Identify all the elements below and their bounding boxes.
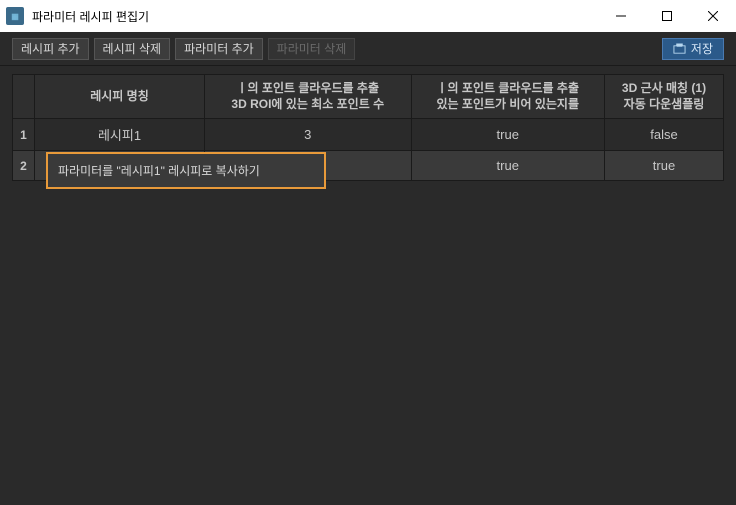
minimize-button[interactable]	[598, 0, 644, 32]
cell-col4[interactable]: true	[604, 151, 723, 181]
window-title: 파라미터 레시피 편집기	[32, 8, 598, 25]
row-number[interactable]: 2	[13, 151, 35, 181]
cell-col4[interactable]: false	[604, 119, 723, 151]
column-header-col2[interactable]: ㅣ의 포인트 클라우드를 추출 3D ROI에 있는 최소 포인트 수	[205, 75, 412, 119]
cell-col3[interactable]: true	[411, 119, 604, 151]
column-header-name[interactable]: 레시피 명칭	[35, 75, 205, 119]
param-delete-button: 파라미터 삭제	[268, 38, 356, 60]
table-corner	[13, 75, 35, 119]
param-add-button[interactable]: 파라미터 추가	[175, 38, 263, 60]
column-header-col4[interactable]: 3D 근사 매칭 (1) 자동 다운샘플링	[604, 75, 723, 119]
column-header-col3[interactable]: ㅣ의 포인트 클라우드를 추출 있는 포인트가 비어 있는지를	[411, 75, 604, 119]
context-menu-copy-item[interactable]: 파라미터를 "레시피1" 레시피로 복사하기	[58, 160, 314, 181]
cell-col3[interactable]: true	[411, 151, 604, 181]
recipe-add-button[interactable]: 레시피 추가	[12, 38, 89, 60]
cell-name[interactable]: 레시피1	[35, 119, 205, 151]
save-label: 저장	[691, 40, 713, 57]
toolbar: 레시피 추가 레시피 삭제 파라미터 추가 파라미터 삭제 저장	[0, 32, 736, 66]
save-icon	[673, 43, 686, 55]
content-area: 레시피 명칭 ㅣ의 포인트 클라우드를 추출 3D ROI에 있는 최소 포인트…	[0, 66, 736, 505]
window-controls	[598, 0, 736, 32]
close-button[interactable]	[690, 0, 736, 32]
maximize-button[interactable]	[644, 0, 690, 32]
cell-col2[interactable]: 3	[205, 119, 412, 151]
app-icon: ▦	[6, 7, 24, 25]
row-number[interactable]: 1	[13, 119, 35, 151]
table-row[interactable]: 1 레시피1 3 true false	[13, 119, 724, 151]
context-menu: 파라미터를 "레시피1" 레시피로 복사하기	[46, 152, 326, 189]
titlebar: ▦ 파라미터 레시피 편집기	[0, 0, 736, 32]
save-button[interactable]: 저장	[662, 38, 724, 60]
recipe-delete-button[interactable]: 레시피 삭제	[94, 38, 171, 60]
